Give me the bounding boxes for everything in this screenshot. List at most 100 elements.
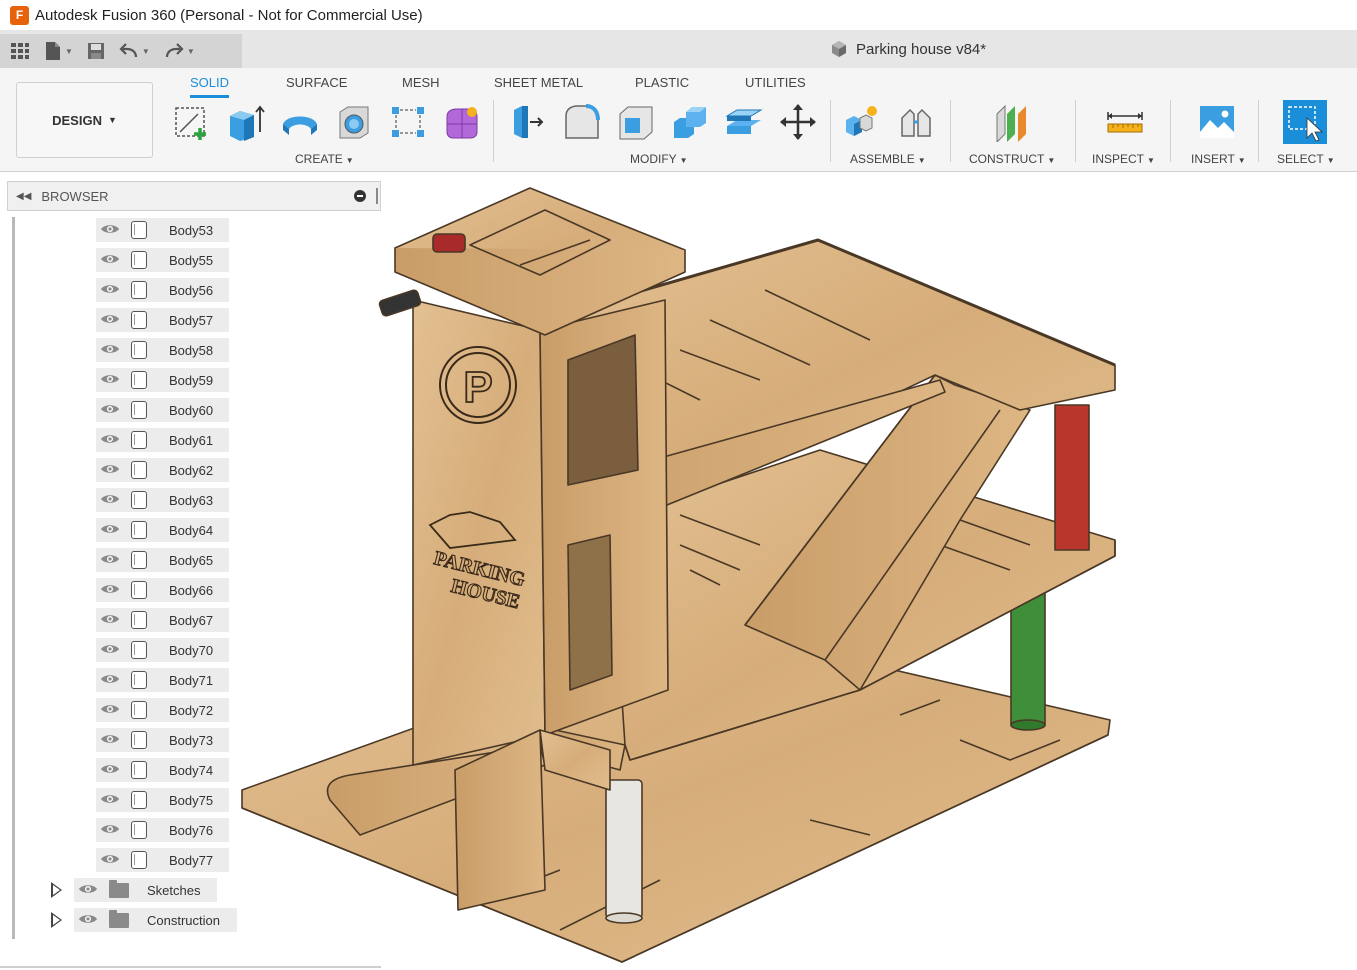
chevron-down-icon: ▼ xyxy=(186,46,195,56)
create-menu[interactable]: CREATE ▼ xyxy=(295,152,354,166)
browser-body-row[interactable]: Body60 xyxy=(96,398,229,422)
browser-body-row[interactable]: Body71 xyxy=(96,668,229,692)
browser-body-row[interactable]: Body75 xyxy=(96,788,229,812)
joint-button[interactable] xyxy=(894,100,938,144)
chevron-down-icon: ▼ xyxy=(141,46,150,56)
select-button[interactable] xyxy=(1283,100,1327,144)
tab-utilities[interactable]: UTILITIES xyxy=(745,75,806,95)
fillet-button[interactable] xyxy=(560,100,604,144)
visibility-eye-icon[interactable] xyxy=(100,583,120,595)
visibility-eye-icon[interactable] xyxy=(100,643,120,655)
save-button[interactable] xyxy=(87,42,105,60)
visibility-eye-icon[interactable] xyxy=(100,373,120,385)
browser-body-row[interactable]: Body55 xyxy=(96,248,229,272)
visibility-eye-icon[interactable] xyxy=(100,433,120,445)
browser-body-row[interactable]: Body58 xyxy=(96,338,229,362)
visibility-eye-icon[interactable] xyxy=(100,283,120,295)
visibility-eye-icon[interactable] xyxy=(100,853,120,865)
select-menu[interactable]: SELECT ▼ xyxy=(1277,152,1335,166)
visibility-eye-icon[interactable] xyxy=(100,313,120,325)
body-icon xyxy=(131,401,147,419)
visibility-eye-icon[interactable] xyxy=(100,823,120,835)
visibility-eye-icon[interactable] xyxy=(100,493,120,505)
visibility-eye-icon[interactable] xyxy=(100,343,120,355)
browser-body-row[interactable]: Body66 xyxy=(96,578,229,602)
browser-body-row[interactable]: Body65 xyxy=(96,548,229,572)
undo-button[interactable]: ▼ xyxy=(119,43,150,59)
visibility-eye-icon[interactable] xyxy=(100,673,120,685)
visibility-eye-icon[interactable] xyxy=(78,913,98,925)
body-icon xyxy=(131,671,147,689)
create-sketch-button[interactable] xyxy=(170,100,214,144)
tab-solid[interactable]: SOLID xyxy=(190,75,230,98)
body-label: Body65 xyxy=(169,552,214,568)
file-menu-button[interactable]: ▼ xyxy=(44,41,73,61)
visibility-eye-icon[interactable] xyxy=(78,883,98,895)
browser-body-row[interactable]: Body70 xyxy=(96,638,229,662)
tab-plastic[interactable]: PLASTIC xyxy=(635,75,689,95)
visibility-eye-icon[interactable] xyxy=(100,463,120,475)
browser-folder-row[interactable]: Construction xyxy=(74,908,237,932)
tree-scroll-track[interactable] xyxy=(12,217,15,939)
browser-body-row[interactable]: Body73 xyxy=(96,728,229,752)
visibility-eye-icon[interactable] xyxy=(100,553,120,565)
offset-face-button[interactable] xyxy=(722,100,766,144)
browser-body-row[interactable]: Body76 xyxy=(96,818,229,842)
browser-body-row[interactable]: Body63 xyxy=(96,488,229,512)
visibility-eye-icon[interactable] xyxy=(100,733,120,745)
3d-viewport[interactable]: P PARKING HOUSE xyxy=(230,175,1357,970)
visibility-eye-icon[interactable] xyxy=(100,703,120,715)
insert-menu[interactable]: INSERT ▼ xyxy=(1191,152,1246,166)
insert-image-button[interactable] xyxy=(1195,100,1239,144)
revolve-button[interactable] xyxy=(278,100,322,144)
tab-mesh[interactable]: MESH xyxy=(402,75,440,95)
browser-body-row[interactable]: Body64 xyxy=(96,518,229,542)
extrude-button[interactable] xyxy=(224,100,268,144)
ribbon-divider xyxy=(1170,100,1171,162)
construct-menu[interactable]: CONSTRUCT ▼ xyxy=(969,152,1055,166)
body-label: Body70 xyxy=(169,642,214,658)
browser-body-row[interactable]: Body67 xyxy=(96,608,229,632)
browser-body-row[interactable]: Body57 xyxy=(96,308,229,332)
folder-icon xyxy=(109,909,129,928)
tab-surface[interactable]: SURFACE xyxy=(286,75,347,95)
visibility-eye-icon[interactable] xyxy=(100,793,120,805)
rectangular-pattern-button[interactable] xyxy=(386,100,430,144)
visibility-eye-icon[interactable] xyxy=(100,253,120,265)
browser-folder-row[interactable]: Sketches xyxy=(74,878,217,902)
tab-sheet-metal[interactable]: SHEET METAL xyxy=(494,75,583,95)
app-grid-icon[interactable] xyxy=(10,42,30,60)
browser-body-row[interactable]: Body74 xyxy=(96,758,229,782)
assemble-menu[interactable]: ASSEMBLE ▼ xyxy=(850,152,926,166)
body-icon xyxy=(131,431,147,449)
browser-body-row[interactable]: Body56 xyxy=(96,278,229,302)
visibility-eye-icon[interactable] xyxy=(100,613,120,625)
offset-plane-button[interactable] xyxy=(990,100,1034,144)
create-form-button[interactable] xyxy=(440,100,484,144)
press-pull-button[interactable] xyxy=(506,100,550,144)
visibility-eye-icon[interactable] xyxy=(100,763,120,775)
hole-button[interactable] xyxy=(332,100,376,144)
redo-button[interactable]: ▼ xyxy=(164,43,195,59)
inspect-menu[interactable]: INSPECT ▼ xyxy=(1092,152,1155,166)
modify-menu[interactable]: MODIFY ▼ xyxy=(630,152,688,166)
collapse-panel-icon[interactable]: ◀◀ xyxy=(16,191,31,202)
browser-body-row[interactable]: Body61 xyxy=(96,428,229,452)
visibility-eye-icon[interactable] xyxy=(100,403,120,415)
document-tab[interactable]: Parking house v84* xyxy=(830,40,986,58)
browser-body-row[interactable]: Body59 xyxy=(96,368,229,392)
move-copy-button[interactable] xyxy=(776,100,820,144)
visibility-eye-icon[interactable] xyxy=(100,223,120,235)
browser-body-row[interactable]: Body77 xyxy=(96,848,229,872)
visibility-eye-icon[interactable] xyxy=(100,523,120,535)
new-component-button[interactable] xyxy=(840,100,884,144)
measure-button[interactable] xyxy=(1103,100,1147,144)
quick-access-toolbar: ▼ ▼ ▼ Parking house v84* xyxy=(0,30,1357,68)
combine-button[interactable] xyxy=(668,100,712,144)
expand-arrow-icon[interactable] xyxy=(51,912,62,928)
browser-body-row[interactable]: Body62 xyxy=(96,458,229,482)
browser-body-row[interactable]: Body53 xyxy=(96,218,229,242)
browser-body-row[interactable]: Body72 xyxy=(96,698,229,722)
expand-arrow-icon[interactable] xyxy=(51,882,62,898)
shell-button[interactable] xyxy=(614,100,658,144)
